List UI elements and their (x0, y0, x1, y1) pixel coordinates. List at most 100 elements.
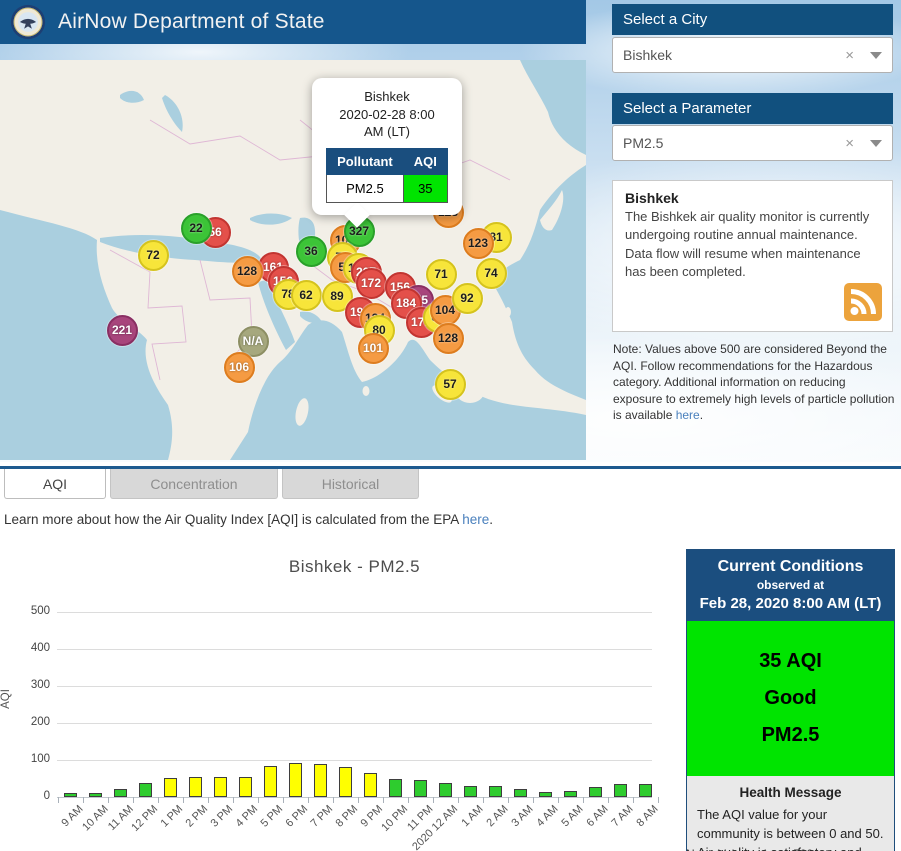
chevron-down-icon[interactable] (870, 51, 882, 59)
tab-strip: AQI Concentration Historical (0, 466, 901, 500)
city-select-value: Bishkek (623, 47, 673, 63)
aqi-bar (563, 791, 577, 797)
chart-x-tick (132, 797, 134, 803)
aqi-bar (388, 779, 402, 797)
chart-gridline (57, 686, 652, 687)
aqi-marker[interactable]: 92 (451, 282, 483, 314)
chart-y-tick-label: 500 (30, 605, 50, 617)
aqi-bar (538, 792, 552, 797)
chart-x-tick-label: 8 AM (634, 803, 661, 830)
aqi-bar (163, 777, 177, 797)
chart-x-tick (557, 797, 559, 803)
chart-x-tick-label: 10 AM (79, 803, 111, 834)
learn-more-line: Learn more about how the Air Quality Ind… (4, 512, 493, 527)
aqi-bar (113, 788, 127, 797)
chart-x-tick-label: 7 PM (308, 803, 336, 830)
rss-icon[interactable] (844, 283, 882, 321)
info-box-title: Bishkek (625, 190, 679, 206)
chart-x-tick (332, 797, 334, 803)
aqi-bar (413, 779, 427, 797)
chart-x-tick (607, 797, 609, 803)
chart-x-tick (157, 797, 159, 803)
aqi-bar (613, 783, 627, 797)
chart-x-tick (407, 797, 409, 803)
aqi-bar (188, 776, 202, 797)
learn-more-here-link[interactable]: here (462, 512, 489, 527)
current-aqi-box: 35 AQI Good PM2.5 (687, 621, 894, 776)
aqi-marker[interactable]: 57 (434, 368, 466, 400)
city-info-box: Bishkek The Bishkek air quality monitor … (612, 180, 893, 332)
current-conditions-title: Current Conditions (717, 558, 864, 575)
aqi-marker[interactable]: 71 (425, 258, 457, 290)
aqi-marker[interactable]: 72 (137, 239, 169, 271)
chart-x-tick-label: 6 AM (584, 803, 611, 830)
aqi-marker[interactable]: 62 (290, 279, 322, 311)
select-parameter-title: Select a Parameter (623, 100, 752, 117)
chart-x-tick (382, 797, 384, 803)
note-here-link[interactable]: here (676, 408, 700, 422)
aqi-bar (313, 763, 327, 797)
chart-x-tick-label: 5 AM (559, 803, 586, 830)
aqi-marker[interactable]: 128 (231, 255, 263, 287)
app-header: AirNow Department of State (0, 0, 586, 44)
tab-historical[interactable]: Historical (282, 469, 419, 499)
chart-x-tick (107, 797, 109, 803)
aqi-bar (488, 786, 502, 797)
aqi-world-map[interactable]: 56227216112815678623689221N/A10612881123… (0, 60, 586, 460)
tab-aqi[interactable]: AQI (4, 469, 106, 499)
clear-parameter-icon[interactable]: × (845, 135, 854, 152)
aqi-bar (588, 786, 602, 797)
chart-x-tick-label: 6 PM (283, 803, 311, 830)
health-message-text: The AQI value for your community is betw… (697, 807, 884, 851)
aqi-marker[interactable]: 101 (357, 332, 389, 364)
observed-datetime: Feb 28, 2020 8:00 AM (LT) (699, 595, 882, 612)
chart-x-tick (482, 797, 484, 803)
aqi-marker[interactable]: 123 (462, 227, 494, 259)
note-suffix: . (699, 408, 704, 423)
chart-x-tick (207, 797, 209, 803)
parameter-select[interactable]: PM2.5 × (612, 125, 893, 161)
chart-x-tick-label: 3 PM (208, 803, 236, 830)
chart-y-tick-label: 200 (30, 716, 50, 728)
aqi-bar-chart: Bishkek - PM2.5 AQI 0 100 200 300 400 500 9 AM… (0, 543, 680, 851)
chart-x-tick-label: 8 PM (333, 803, 361, 830)
aqi-marker[interactable]: 36 (295, 235, 327, 267)
select-city-header: Select a City (612, 4, 893, 35)
observed-at-label: observed at (756, 578, 825, 592)
chart-x-tick (282, 797, 284, 803)
aqi-marker[interactable]: 22 (180, 212, 212, 244)
chart-x-tick-label: 3 AM (509, 803, 536, 830)
city-select[interactable]: Bishkek × (612, 37, 893, 73)
tab-concentration[interactable]: Concentration (110, 469, 278, 499)
current-conditions-header: Current Conditions observed at Feb 28, 2… (687, 550, 894, 621)
chevron-down-icon[interactable] (870, 139, 882, 147)
aqi-marker[interactable]: 128 (432, 322, 464, 354)
popup-aqi-value: 35 (402, 173, 448, 203)
current-aqi-category: Good (764, 687, 817, 709)
aqi-bar (88, 792, 102, 797)
aqi-bar (263, 765, 277, 797)
aqi-bar (638, 784, 652, 797)
popup-date: 2020-02-28 8:00 (339, 106, 435, 122)
aqi-marker[interactable]: 74 (475, 257, 507, 289)
popup-pollutant-value: PM2.5 (326, 173, 404, 203)
popup-col-pollutant: Pollutant (326, 147, 404, 175)
health-message-title: Health Message (739, 785, 842, 800)
beyond-aqi-note: Note: Values above 500 are considered Be… (613, 341, 896, 424)
aqi-marker[interactable]: 172 (355, 267, 387, 299)
chart-x-tick (57, 797, 59, 803)
aqi-bar (363, 772, 377, 797)
aqi-bar (438, 783, 452, 797)
chart-x-tick (632, 797, 634, 803)
health-message-box: Health Message The AQI value for your co… (687, 776, 894, 851)
aqi-marker[interactable]: 221 (106, 314, 138, 346)
chart-gridline (57, 760, 652, 761)
chart-x-tick-label: 4 PM (233, 803, 261, 830)
chart-x-tick (657, 797, 659, 803)
chart-gridline (57, 797, 652, 798)
aqi-bar (513, 789, 527, 797)
chart-y-tick-label: 400 (30, 642, 50, 654)
aqi-marker[interactable]: 106 (223, 351, 255, 383)
popup-city: Bishkek (364, 89, 410, 104)
clear-city-icon[interactable]: × (845, 47, 854, 64)
